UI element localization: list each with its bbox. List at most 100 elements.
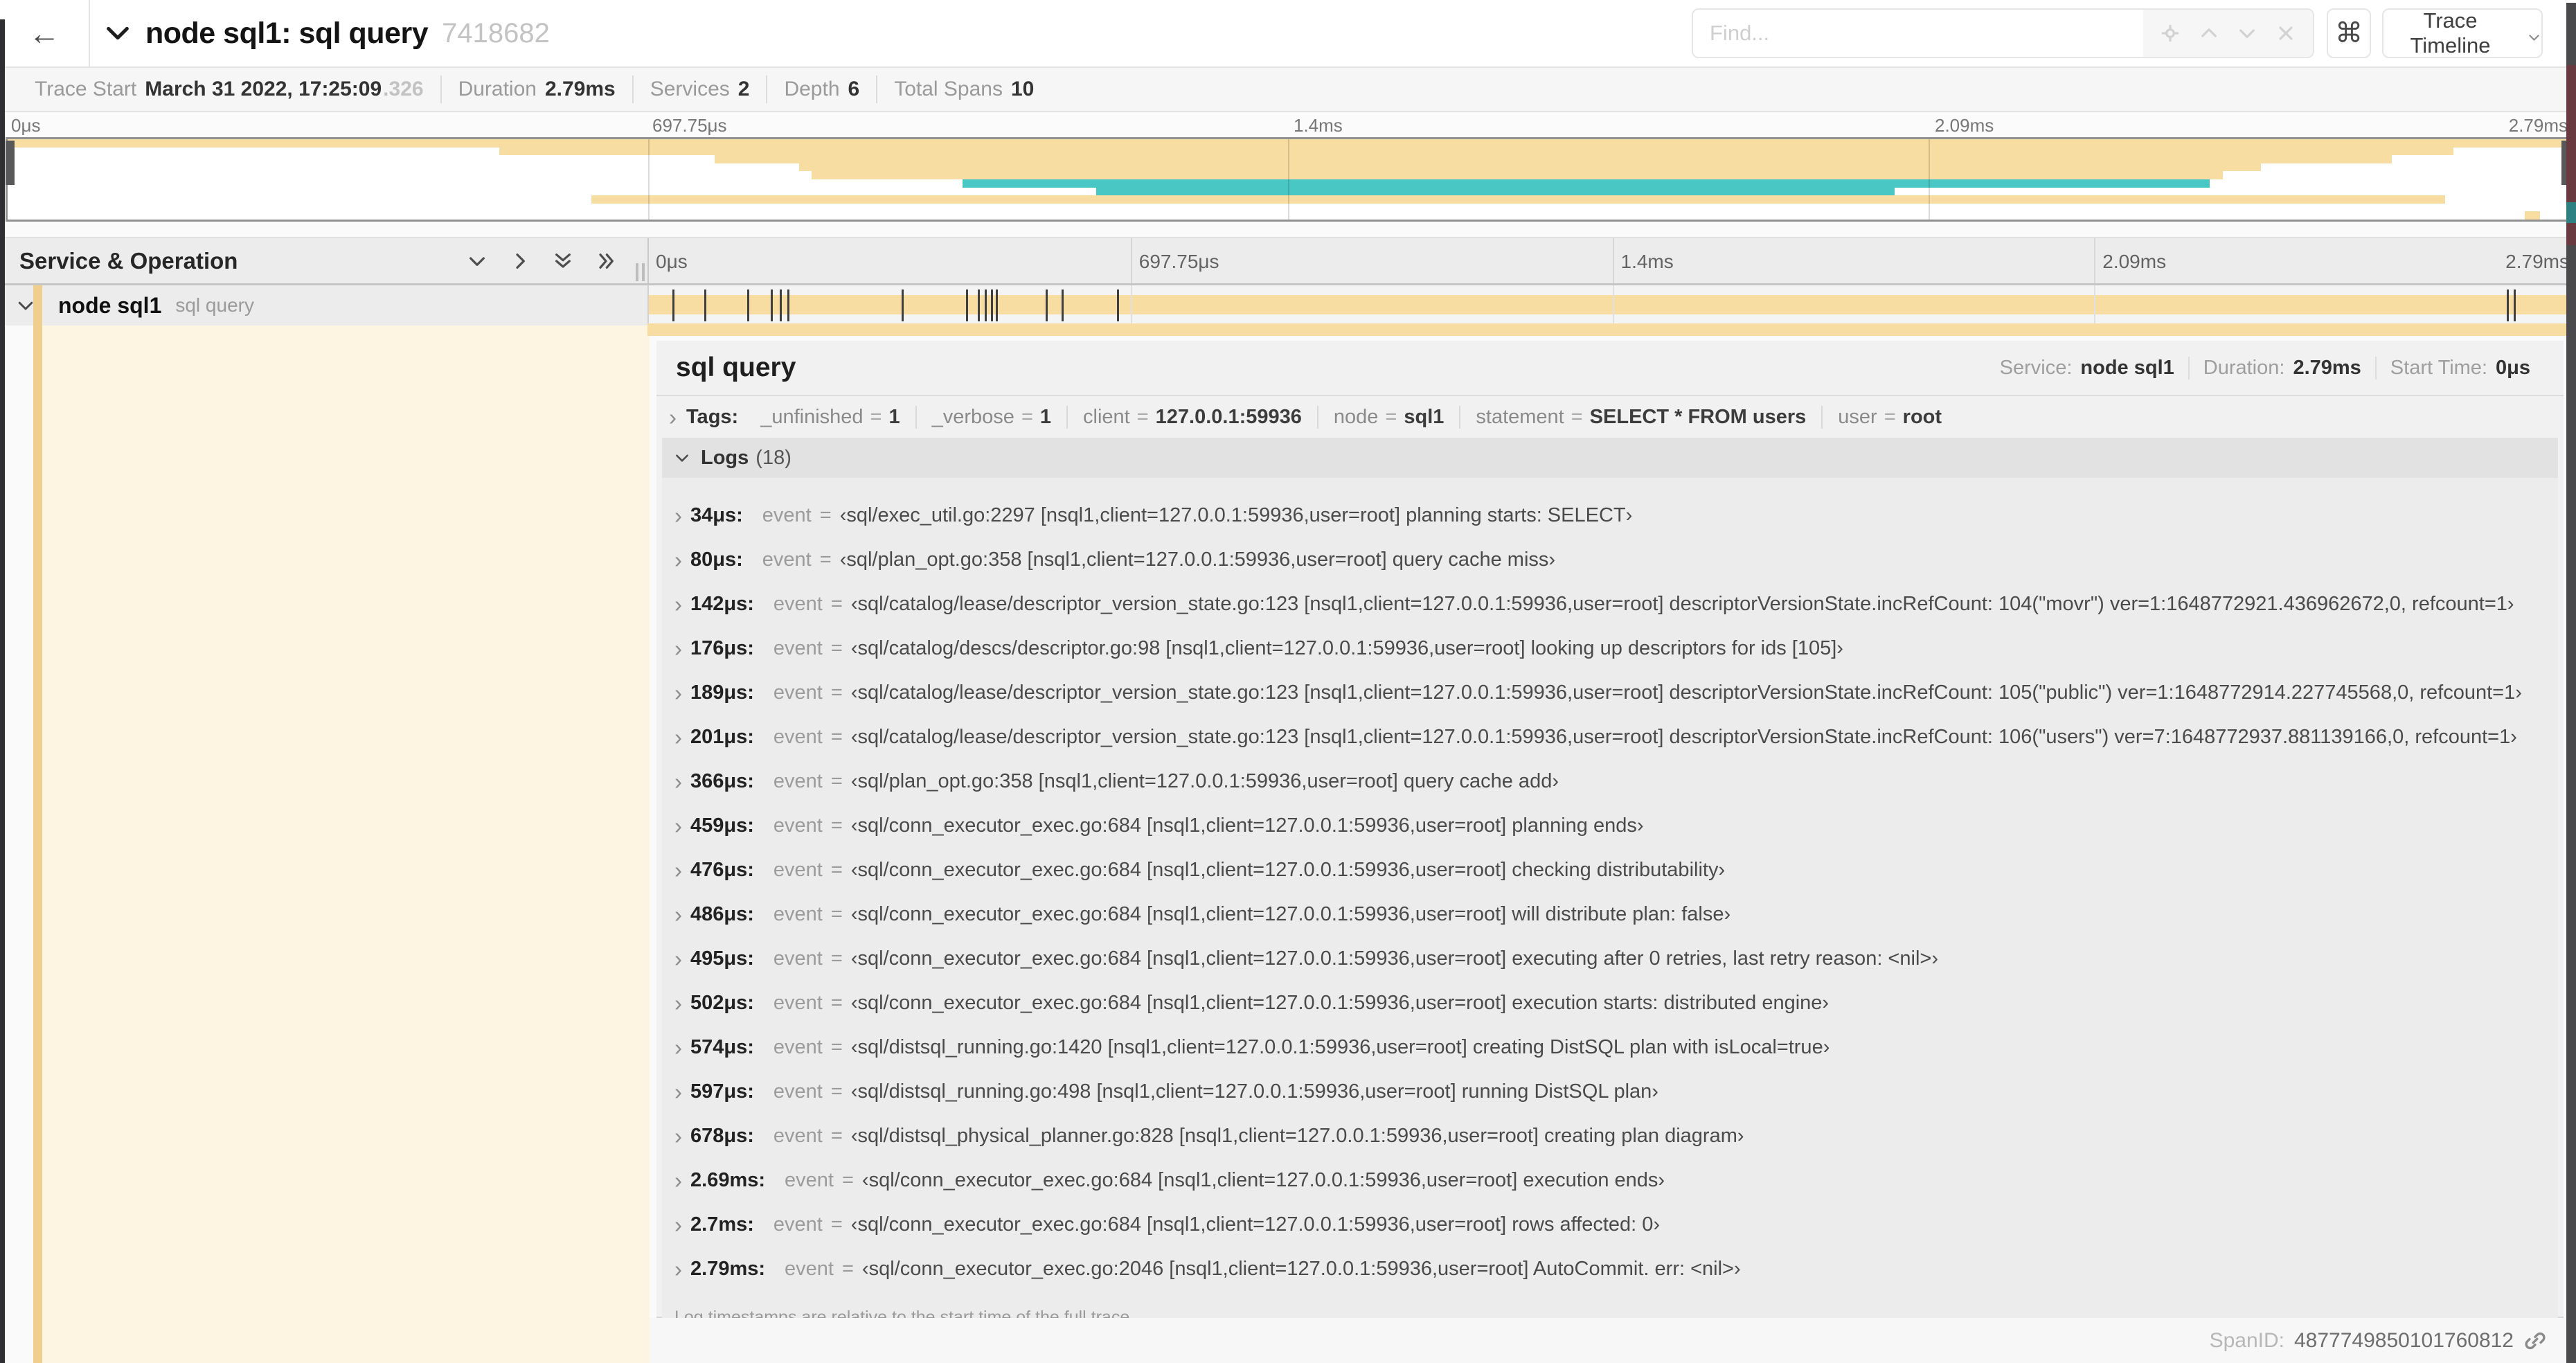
minimap-tick-label: 697.75μs — [652, 115, 727, 136]
chevron-right-icon: › — [674, 1078, 682, 1105]
span-detail-title: sql query — [676, 353, 796, 382]
log-row[interactable]: › 142μs: event = ‹sql/catalog/lease/descript… — [662, 582, 2558, 626]
log-value: ‹sql/conn_executor_exec.go:684 [nsql1,cl… — [850, 858, 1726, 881]
service-color-accent — [33, 326, 42, 1363]
tag-item: statement = SELECT * FROM users — [1459, 405, 1821, 429]
log-row[interactable]: › 476μs: event = ‹sql/conn_executor_exec.go:… — [662, 848, 2558, 892]
close-icon[interactable] — [2275, 22, 2297, 44]
log-row[interactable]: › 2.7ms: event = ‹sql/conn_executor_exec.go:… — [662, 1202, 2558, 1247]
summary-value: 10 — [1010, 78, 1035, 100]
chevron-right-icon[interactable] — [509, 250, 531, 272]
log-key-value: event = ‹sql/conn_executor_exec.go:684 [ns… — [773, 992, 1829, 1015]
log-key: event — [762, 504, 812, 526]
span-row-timeline[interactable] — [647, 285, 2576, 326]
log-equals: = — [830, 769, 843, 792]
log-row[interactable]: › 176μs: event = ‹sql/catalog/descs/descript… — [662, 626, 2558, 670]
minimap-span-bar — [499, 147, 2453, 156]
minimap-scrubber-left[interactable] — [6, 141, 15, 185]
arrow-left-icon: ← — [28, 15, 60, 51]
log-row[interactable]: › 2.79ms: event = ‹sql/conn_executor_exec.go… — [662, 1247, 2558, 1291]
back-button[interactable]: ← — [0, 0, 90, 66]
logs-header[interactable]: Logs (18) — [662, 438, 2558, 478]
page-title: node sql1: sql query — [145, 16, 429, 50]
tag-equals: = — [1884, 405, 1896, 428]
log-key-value: event = ‹sql/conn_executor_exec.go:684 [ns… — [773, 1213, 1660, 1236]
log-row[interactable]: › 80μs: event = ‹sql/plan_opt.go:358 [nsql1,… — [662, 537, 2558, 582]
double-chevron-right-icon[interactable] — [595, 250, 617, 272]
log-row[interactable]: › 678μs: event = ‹sql/distsql_physical_plann… — [662, 1114, 2558, 1158]
log-marker-tick — [1117, 289, 1120, 321]
tags-row[interactable]: › Tags: _unfinished = 1 _verbose = 1 client = 12… — [656, 396, 2564, 438]
log-value: ‹sql/catalog/descs/descriptor.go:98 [nsq… — [850, 636, 1843, 659]
log-key: event — [773, 769, 823, 792]
summary-label: Depth — [784, 78, 840, 100]
log-equals: = — [830, 725, 843, 748]
log-timestamp: 2.69ms: — [690, 1168, 766, 1191]
find-input[interactable] — [1693, 10, 2143, 57]
logs-count: (18) — [755, 446, 791, 469]
log-equals: = — [830, 636, 843, 659]
chevron-down-icon[interactable] — [2236, 22, 2258, 44]
chevron-right-icon: › — [674, 812, 682, 839]
log-timestamp: 574μs: — [690, 1035, 754, 1058]
log-row[interactable]: › 597μs: event = ‹sql/distsql_running.go:498… — [662, 1069, 2558, 1114]
logs-list: › 34μs: event = ‹sql/exec_util.go:2297 [nsql… — [662, 478, 2558, 1291]
chevron-down-icon[interactable] — [104, 19, 132, 47]
screen-edge-left — [0, 19, 5, 1363]
chevron-right-icon: › — [674, 1167, 682, 1193]
log-marker-tick — [2514, 289, 2516, 321]
chevron-up-icon[interactable] — [2198, 22, 2220, 44]
tag-value: 1 — [888, 405, 900, 428]
minimap-canvas[interactable] — [6, 137, 2570, 222]
link-icon[interactable] — [2523, 1329, 2547, 1353]
log-key-value: event = ‹sql/conn_executor_exec.go:2046 [n… — [785, 1258, 1741, 1281]
log-key-value: event = ‹sql/plan_opt.go:358 [nsql1,client… — [762, 549, 1555, 571]
log-row[interactable]: › 366μs: event = ‹sql/plan_opt.go:358 [nsql1… — [662, 759, 2558, 803]
chevron-right-icon: › — [674, 1123, 682, 1149]
minimap-gridline — [1288, 139, 1289, 220]
log-row[interactable]: › 495μs: event = ‹sql/conn_executor_exec.go:… — [662, 936, 2558, 981]
span-row[interactable]: node sql1 sql query — [0, 285, 2576, 326]
log-timestamp: 189μs: — [690, 681, 754, 704]
log-timestamp: 678μs: — [690, 1124, 754, 1147]
summary-label: Duration — [458, 78, 537, 100]
log-timestamp: 176μs: — [690, 636, 754, 659]
keyboard-shortcuts-button[interactable]: ⌘ — [2327, 8, 2371, 58]
log-key: event — [773, 947, 823, 970]
log-row[interactable]: › 201μs: event = ‹sql/catalog/lease/descript… — [662, 715, 2558, 759]
chevron-down-icon[interactable] — [466, 250, 488, 272]
ruler-tick-label: 1.4ms — [1612, 238, 1674, 283]
log-key: event — [785, 1257, 834, 1280]
log-row[interactable]: › 459μs: event = ‹sql/conn_executor_exec.go:… — [662, 803, 2558, 848]
double-chevron-down-icon[interactable] — [552, 250, 574, 272]
log-row[interactable]: › 486μs: event = ‹sql/conn_executor_exec.go:… — [662, 892, 2558, 936]
log-key: event — [785, 1168, 834, 1191]
log-key-value: event = ‹sql/conn_executor_exec.go:684 [ns… — [773, 903, 1730, 926]
log-timestamp: 476μs: — [690, 858, 754, 881]
chevron-right-icon: › — [674, 901, 682, 927]
log-row[interactable]: › 34μs: event = ‹sql/exec_util.go:2297 [nsql… — [662, 493, 2558, 537]
span-id-footer: SpanID: 4877749850101760812 — [650, 1318, 2566, 1363]
log-key: event — [762, 548, 812, 571]
log-key-value: event = ‹sql/catalog/lease/descriptor_vers… — [773, 593, 2514, 616]
span-row-name-column[interactable]: node sql1 sql query — [0, 285, 647, 326]
chevron-right-icon: › — [674, 945, 682, 972]
minimap-tick-labels: 0μs 697.75μs 1.4ms 2.09ms 2.79ms — [6, 115, 2570, 136]
service-color-accent — [33, 285, 42, 326]
chevron-right-icon: › — [674, 1256, 682, 1282]
log-key-value: event = ‹sql/distsql_running.go:1420 [nsql… — [773, 1036, 1830, 1059]
log-timestamp: 366μs: — [690, 769, 754, 792]
log-row[interactable]: › 574μs: event = ‹sql/distsql_running.go:142… — [662, 1025, 2558, 1069]
crosshair-icon[interactable] — [2159, 22, 2181, 44]
log-marker-tick — [984, 289, 987, 321]
log-value: ‹sql/plan_opt.go:358 [nsql1,client=127.0… — [850, 769, 1559, 792]
log-value: ‹sql/conn_executor_exec.go:2046 [nsql1,c… — [861, 1257, 1741, 1280]
trace-view-select[interactable]: Trace Timeline — [2382, 8, 2543, 58]
log-row[interactable]: › 189μs: event = ‹sql/catalog/lease/descript… — [662, 670, 2558, 715]
log-row[interactable]: › 502μs: event = ‹sql/conn_executor_exec.go:… — [662, 981, 2558, 1025]
log-row[interactable]: › 2.69ms: event = ‹sql/conn_executor_exec.go… — [662, 1158, 2558, 1202]
log-marker-tick — [1061, 289, 1064, 321]
column-resizer[interactable] — [636, 263, 645, 281]
tags-list: _unfinished = 1 _verbose = 1 client = 127.0.0.1:… — [745, 405, 1957, 429]
log-value: ‹sql/catalog/lease/descriptor_version_st… — [850, 681, 2522, 704]
